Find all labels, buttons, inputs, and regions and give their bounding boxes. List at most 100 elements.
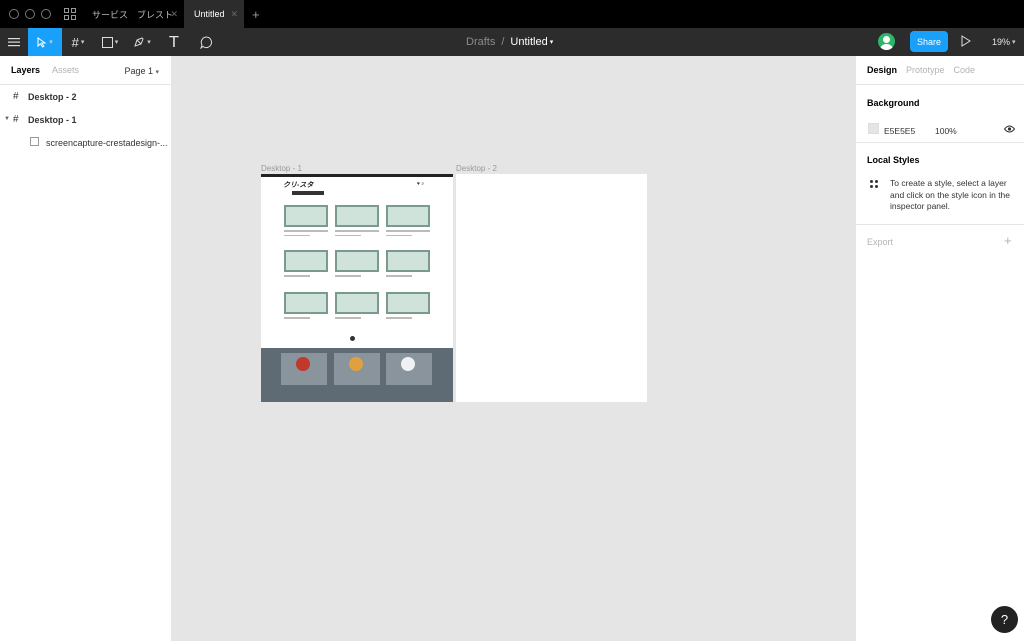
chevron-down-icon: ▾ [114,39,119,46]
zoom-menu[interactable]: 19% ▾ [992,28,1016,56]
tab-label: サービス ブレスト [92,9,174,20]
site-card [284,205,328,236]
comment-icon [199,35,212,49]
chevron-down-icon: ▾ [1012,39,1016,46]
pen-tool-button[interactable]: ▾ [126,28,158,56]
chevron-down-icon: ▾ [80,39,85,46]
export-title: Export [867,237,894,247]
new-tab-icon[interactable]: + [252,7,260,22]
background-hex[interactable]: E5E5E5 [884,126,915,136]
close-tab-icon[interactable]: ✕ [170,9,178,20]
comment-tool-button[interactable] [190,28,222,56]
frame-icon: # [13,114,19,125]
browser-topbar [261,174,453,177]
page-selector[interactable]: Page 1 ▾ [124,66,159,76]
site-nav-bar [292,191,324,195]
local-styles-hint: To create a style, select a layer and cl… [890,178,1011,211]
design-panel-tabs: Design Prototype Code [856,56,1024,84]
shape-tool-button[interactable]: ▾ [94,28,126,56]
background-title: Background [867,98,920,108]
layers-panel-tabs: Layers Assets Page 1 ▾ [0,56,171,84]
eye-icon[interactable] [1004,125,1015,133]
site-header-icons: ♥ ⌕ [417,181,425,187]
expand-caret-icon[interactable]: ▼ [4,116,10,122]
toolbar: ▾ # ▾ ▾ ▾ T Drafts / Untitled ▾ Share 19… [0,28,1024,56]
main-menu-button[interactable] [0,28,28,56]
export-section: Export + [856,224,1024,260]
layer-label: Desktop - 1 [28,115,77,125]
layer-screencapture[interactable]: screencapture-crestadesign-... [0,131,171,154]
tab-code[interactable]: Code [954,65,976,75]
breadcrumb-drafts[interactable]: Drafts [466,36,495,48]
tab-service-brainstorm[interactable]: サービス ブレスト ✕ [92,0,184,28]
tab-untitled[interactable]: Untitled ✕ [184,0,244,28]
footer-card [334,353,380,385]
rectangle-icon [101,36,113,48]
chevron-down-icon[interactable]: ▾ [550,38,554,46]
zoom-window-icon[interactable] [41,9,51,19]
layer-label: Desktop - 2 [28,92,77,102]
move-tool-button[interactable]: ▾ [28,28,62,56]
minimize-window-icon[interactable] [25,9,35,19]
design-panel: Design Prototype Code Background E5E5E5 … [855,56,1024,641]
site-card [335,292,379,319]
tab-bar: サービス ブレスト ✕ Untitled ✕ + [0,0,1024,28]
image-icon [30,137,39,146]
chevron-down-icon: ▾ [49,39,53,46]
frame-tool-button[interactable]: # ▾ [62,28,94,56]
chevron-down-icon: ▾ [147,39,151,46]
footer-card [281,353,327,385]
layer-desktop-2[interactable]: # Desktop - 2 [0,85,171,108]
site-card [335,250,379,277]
site-card [335,205,379,236]
frame-label-desktop-2[interactable]: Desktop - 2 [456,164,497,173]
background-section: Background E5E5E5 100% [856,84,1024,142]
site-card [386,250,430,277]
frame-desktop-2[interactable] [456,174,647,402]
site-card [284,250,328,277]
text-tool-button[interactable]: T [158,28,190,56]
tab-layers[interactable]: Layers [11,65,40,75]
tab-design[interactable]: Design [867,65,897,75]
pagination-dot [350,336,355,341]
local-styles-section: Local Styles To create a style, select a… [856,142,1024,224]
pen-icon [134,37,144,47]
footer-card [386,353,432,385]
layers-panel: Layers Assets Page 1 ▾ # Desktop - 2 ▼ #… [0,56,172,641]
home-grid-icon[interactable] [64,8,76,20]
local-styles-title: Local Styles [867,155,920,165]
hamburger-icon [8,38,20,47]
tab-label: Untitled [194,9,225,19]
canvas[interactable]: Desktop - 1 Desktop - 2 クリ-スタ ♥ ⌕ [172,56,855,641]
share-button[interactable]: Share [910,31,948,52]
zoom-level: 19% [992,37,1011,47]
close-window-icon[interactable] [9,9,19,19]
frame-desktop-1[interactable]: クリ-スタ ♥ ⌕ [261,174,453,402]
breadcrumb-separator: / [501,36,505,48]
breadcrumb: Drafts / Untitled ▾ [466,28,553,56]
layer-label: screencapture-crestadesign-... [46,138,168,148]
tab-prototype[interactable]: Prototype [906,65,945,75]
background-swatch[interactable] [868,123,879,134]
tab-assets[interactable]: Assets [52,65,79,75]
close-tab-icon[interactable]: ✕ [230,9,238,20]
site-card [386,292,430,319]
present-play-icon[interactable] [961,35,971,47]
frame-label-desktop-1[interactable]: Desktop - 1 [261,164,302,173]
background-opacity[interactable]: 100% [935,126,957,136]
site-card [284,292,328,319]
site-card [386,205,430,236]
frame-icon: # [13,91,19,102]
cursor-icon [37,36,47,48]
frame-icon: # [71,34,79,50]
window-controls [0,9,58,19]
add-export-icon[interactable]: + [1004,233,1012,248]
styles-icon [870,180,878,188]
text-icon: T [169,33,179,51]
file-name[interactable]: Untitled [510,36,547,48]
site-footer [261,348,453,402]
help-button[interactable]: ? [991,606,1018,633]
site-logo: クリ-スタ [283,182,314,189]
layer-desktop-1[interactable]: ▼ # Desktop - 1 [0,108,171,131]
avatar[interactable] [878,33,895,50]
